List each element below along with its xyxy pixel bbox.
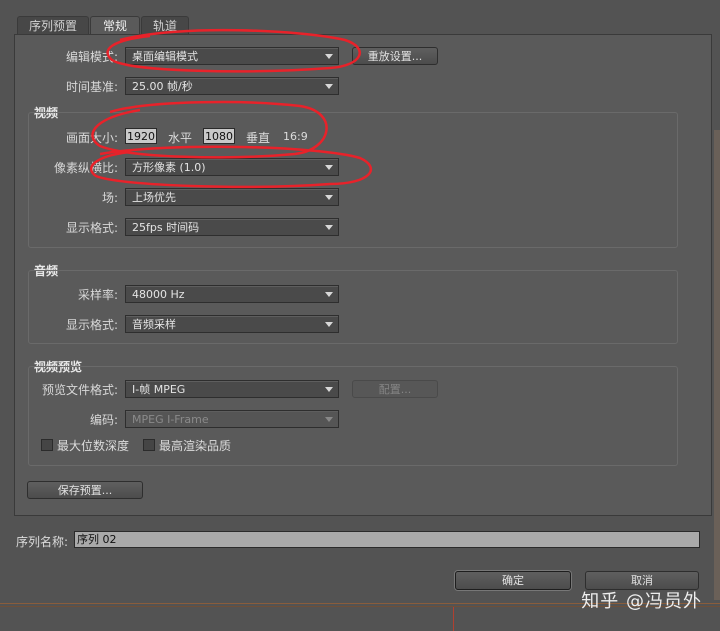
save-preset-button[interactable]: 保存预置... <box>27 481 143 499</box>
split-line <box>453 607 454 631</box>
chevron-down-icon <box>325 54 333 59</box>
sample-rate-label: 采样率: <box>77 288 118 302</box>
field-order-select[interactable]: 上场优先 <box>125 188 339 206</box>
chevron-down-icon <box>325 225 333 230</box>
chevron-down-icon <box>325 417 333 422</box>
sequence-name-input[interactable]: 序列 02 <box>74 531 700 548</box>
field-label: 场: <box>101 191 118 205</box>
tab-general[interactable]: 常规 <box>90 16 140 36</box>
preview-file-format-select[interactable]: I-帧 MPEG <box>125 380 339 398</box>
pixel-aspect-value: 方形像素 (1.0) <box>132 161 206 174</box>
chevron-down-icon <box>325 292 333 297</box>
codec-label: 编码: <box>89 413 118 427</box>
field-order-value: 上场优先 <box>132 191 176 204</box>
edit-mode-select[interactable]: 桌面编辑模式 <box>125 47 339 65</box>
max-bit-depth-label: 最大位数深度 <box>57 439 130 453</box>
frame-size-label: 画面大小: <box>65 131 118 145</box>
chevron-down-icon <box>325 165 333 170</box>
timebase-value: 25.00 帧/秒 <box>132 80 193 93</box>
pixel-aspect-select[interactable]: 方形像素 (1.0) <box>125 158 339 176</box>
max-render-quality-label: 最高渲染品质 <box>159 439 232 453</box>
sequence-name-label: 序列名称: <box>16 535 69 549</box>
video-display-format-select[interactable]: 25fps 时间码 <box>125 218 339 236</box>
timebase-select[interactable]: 25.00 帧/秒 <box>125 77 339 95</box>
sample-rate-value: 48000 Hz <box>132 288 185 301</box>
audio-display-format-label: 显示格式: <box>65 318 118 332</box>
video-display-format-label: 显示格式: <box>65 221 118 235</box>
configure-button[interactable]: 配置... <box>352 380 438 398</box>
frame-height-input[interactable]: 1080 <box>203 128 235 144</box>
sample-rate-select[interactable]: 48000 Hz <box>125 285 339 303</box>
max-bit-depth-checkbox[interactable] <box>41 439 53 451</box>
codec-value: MPEG I-Frame <box>132 413 209 426</box>
max-render-quality-checkbox[interactable] <box>143 439 155 451</box>
horizontal-label: 水平 <box>168 131 193 145</box>
timebase-label: 时间基准: <box>65 80 118 94</box>
reset-settings-button[interactable]: 重放设置... <box>352 47 438 65</box>
tab-sequence-presets[interactable]: 序列预置 <box>17 16 89 35</box>
edit-mode-value: 桌面编辑模式 <box>132 50 198 63</box>
audio-display-format-value: 音频采样 <box>132 318 176 331</box>
aspect-ratio-text: 16:9 <box>283 130 308 143</box>
preview-file-format-label: 预览文件格式: <box>41 383 118 397</box>
pixel-aspect-label: 像素纵横比: <box>53 161 118 175</box>
codec-select[interactable]: MPEG I-Frame <box>125 410 339 428</box>
audio-display-format-select[interactable]: 音频采样 <box>125 315 339 333</box>
frame-width-input[interactable]: 1920 <box>125 128 157 144</box>
chevron-down-icon <box>325 387 333 392</box>
edit-mode-label: 编辑模式: <box>65 50 118 64</box>
chevron-down-icon <box>325 195 333 200</box>
window-edge <box>714 130 720 600</box>
video-display-format-value: 25fps 时间码 <box>132 221 200 234</box>
tab-tracks[interactable]: 轨道 <box>141 16 189 35</box>
watermark-text: 知乎 @冯员外 <box>581 591 702 612</box>
preview-file-format-value: I-帧 MPEG <box>132 383 186 396</box>
chevron-down-icon <box>325 322 333 327</box>
vertical-label: 垂直 <box>246 131 271 145</box>
ok-button[interactable]: 确定 <box>455 571 571 590</box>
chevron-down-icon <box>325 84 333 89</box>
